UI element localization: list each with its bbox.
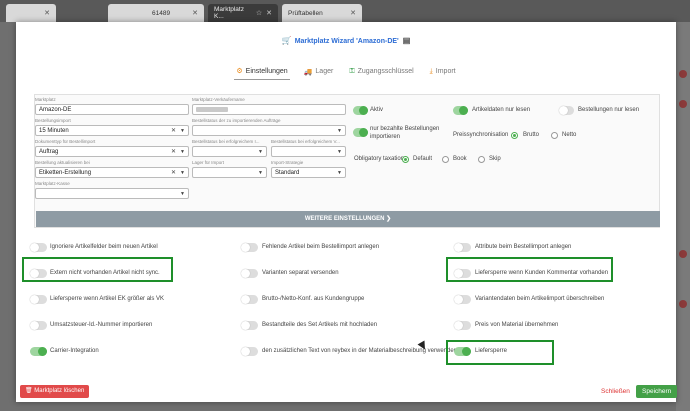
close-icon[interactable]: ✕ <box>350 9 356 17</box>
option-switch[interactable] <box>241 243 258 252</box>
option-switch[interactable] <box>241 269 258 278</box>
chevron-down-icon[interactable]: ▼ <box>337 147 342 157</box>
obligatory-book-radio[interactable] <box>442 156 449 163</box>
modal-title: 🛒 Marktplatz Wizard 'Amazon-DE' ▤ <box>281 36 411 45</box>
browser-tab[interactable]: Prüftabellen ✕ <box>282 4 362 22</box>
background-icon <box>679 300 687 308</box>
weitere-einstellungen-button[interactable]: WEITERE EINSTELLUNGEN ❯ <box>36 211 660 227</box>
import-strategie-select[interactable]: Standard ▼ <box>271 167 346 178</box>
verkaeufername-field: Marktplatz-Verkäufername <box>192 97 346 115</box>
background-icon <box>679 100 687 108</box>
clear-icon[interactable]: ✕ <box>171 168 176 178</box>
verkaeufername-input[interactable] <box>192 104 346 115</box>
cart-icon: 🛒 <box>281 36 292 45</box>
preis-netto-radio[interactable] <box>551 132 558 139</box>
obligatory-skip-radio[interactable] <box>478 156 485 163</box>
aktiv-switch[interactable] <box>353 106 368 115</box>
status-erfolg-1-select[interactable]: ▼ <box>192 146 267 157</box>
chevron-down-icon[interactable]: ▼ <box>258 168 263 178</box>
chevron-down-icon[interactable]: ▼ <box>180 126 185 136</box>
aktualisieren-select[interactable]: Etiketten-Erstellung ✕ ▼ <box>35 167 189 178</box>
tab-einstellungen[interactable]: ⚙ Einstellungen <box>234 67 290 80</box>
highlight-frame <box>446 257 613 282</box>
status-import-field: Bestellstatus der zu importierenden Auft… <box>192 118 346 136</box>
kasse-field: Marktplatz-Kasse ▼ <box>35 181 189 199</box>
tab-import[interactable]: ⤓ Import <box>428 67 458 80</box>
highlight-frame <box>22 257 173 282</box>
status-erfolg-2-field: Bestellstatus bei erfolgreichem V... ▼ <box>271 139 346 157</box>
save-button[interactable]: Speichern <box>636 385 678 398</box>
browser-tab-bar: ✕ 61489 ✕ Marktplatz K... ☆ ✕ Prüftabell… <box>0 0 690 22</box>
browser-tab-active[interactable]: Marktplatz K... ☆ ✕ <box>208 4 278 22</box>
close-button[interactable]: Schließen <box>601 388 630 395</box>
marktplatz-input[interactable]: Amazon-DE <box>35 104 189 115</box>
trash-icon: 🗑 <box>25 388 33 394</box>
chevron-down-icon[interactable]: ▼ <box>180 168 185 178</box>
option-switch[interactable] <box>454 243 471 252</box>
import-strategie-field: Import-Strategie Standard ▼ <box>271 160 346 178</box>
redacted-value <box>196 106 228 112</box>
bestellungen-lesen-switch[interactable] <box>559 106 574 115</box>
star-icon[interactable]: ☆ <box>256 9 262 17</box>
close-icon[interactable]: ✕ <box>266 9 272 17</box>
close-icon[interactable]: ✕ <box>44 9 50 17</box>
lager-import-select[interactable]: ▼ <box>192 167 267 178</box>
option-switch[interactable] <box>454 321 471 330</box>
status-erfolg-1-field: Bestellstatus bei erfolgreichem I... ▼ <box>192 139 267 157</box>
option-switch[interactable] <box>241 295 258 304</box>
dokumenttyp-field: Dokumenttyp für Bestellimport Auftrag ✕ … <box>35 139 189 157</box>
background-icon <box>679 70 687 78</box>
option-switch[interactable] <box>241 347 258 356</box>
browser-tab[interactable]: 61489 ✕ <box>108 4 204 22</box>
highlight-frame <box>446 340 554 365</box>
option-switch[interactable] <box>454 295 471 304</box>
marketplace-wizard-modal: 🛒 Marktplatz Wizard 'Amazon-DE' ▤ ⚙ Einste… <box>16 22 678 402</box>
clear-icon[interactable]: ✕ <box>171 147 176 157</box>
modal-tabs: ⚙ Einstellungen 🚚 Lager ⚿ Zugangsschlüss… <box>16 67 676 80</box>
truck-icon: 🚚 <box>303 68 313 76</box>
background-icon <box>679 250 687 258</box>
artikeldaten-switch[interactable] <box>453 106 468 115</box>
document-icon[interactable]: ▤ <box>403 36 411 45</box>
browser-tab[interactable]: ✕ <box>6 4 56 22</box>
chevron-down-icon[interactable]: ▼ <box>180 189 185 199</box>
preis-brutto-radio[interactable] <box>511 132 518 139</box>
delete-marketplace-button[interactable]: 🗑 Marktplatz löschen <box>20 385 90 398</box>
status-import-select[interactable]: ▼ <box>192 125 346 136</box>
dokumenttyp-select[interactable]: Auftrag ✕ ▼ <box>35 146 189 157</box>
clear-icon[interactable]: ✕ <box>171 126 176 136</box>
bestellungsimport-select[interactable]: 15 Minuten ✕ ▼ <box>35 125 189 136</box>
download-icon: ⤓ <box>429 67 433 75</box>
gear-icon: ⚙ <box>236 68 243 75</box>
option-switch[interactable] <box>30 321 47 330</box>
aktualisieren-field: Bestellung aktualisieren bei Etiketten-E… <box>35 160 189 178</box>
chevron-down-icon[interactable]: ▼ <box>337 168 342 178</box>
chevron-down-icon[interactable]: ▼ <box>337 126 342 136</box>
status-erfolg-2-select[interactable]: ▼ <box>271 146 346 157</box>
tab-lager[interactable]: 🚚 Lager <box>302 67 336 80</box>
obligatory-default-radio[interactable] <box>402 156 409 163</box>
option-switch[interactable] <box>30 243 47 252</box>
option-switch[interactable] <box>30 347 47 356</box>
key-icon: ⚿ <box>349 67 355 75</box>
background-page <box>676 22 690 411</box>
bestellungsimport-field: Bestellungsimport 15 Minuten ✕ ▼ <box>35 118 189 136</box>
nur-bezahlte-switch[interactable] <box>353 128 368 137</box>
kasse-select[interactable]: ▼ <box>35 188 189 199</box>
chevron-down-icon[interactable]: ▼ <box>180 147 185 157</box>
close-icon[interactable]: ✕ <box>192 9 198 17</box>
marktplatz-field: Marktplatz Amazon-DE <box>35 97 189 115</box>
option-switch[interactable] <box>241 321 258 330</box>
lager-import-field: Lager für Import ▼ <box>192 160 267 178</box>
tab-zugangsschluessel[interactable]: ⚿ Zugangsschlüssel <box>347 67 415 80</box>
chevron-down-icon[interactable]: ▼ <box>258 147 263 157</box>
option-switch[interactable] <box>30 295 47 304</box>
